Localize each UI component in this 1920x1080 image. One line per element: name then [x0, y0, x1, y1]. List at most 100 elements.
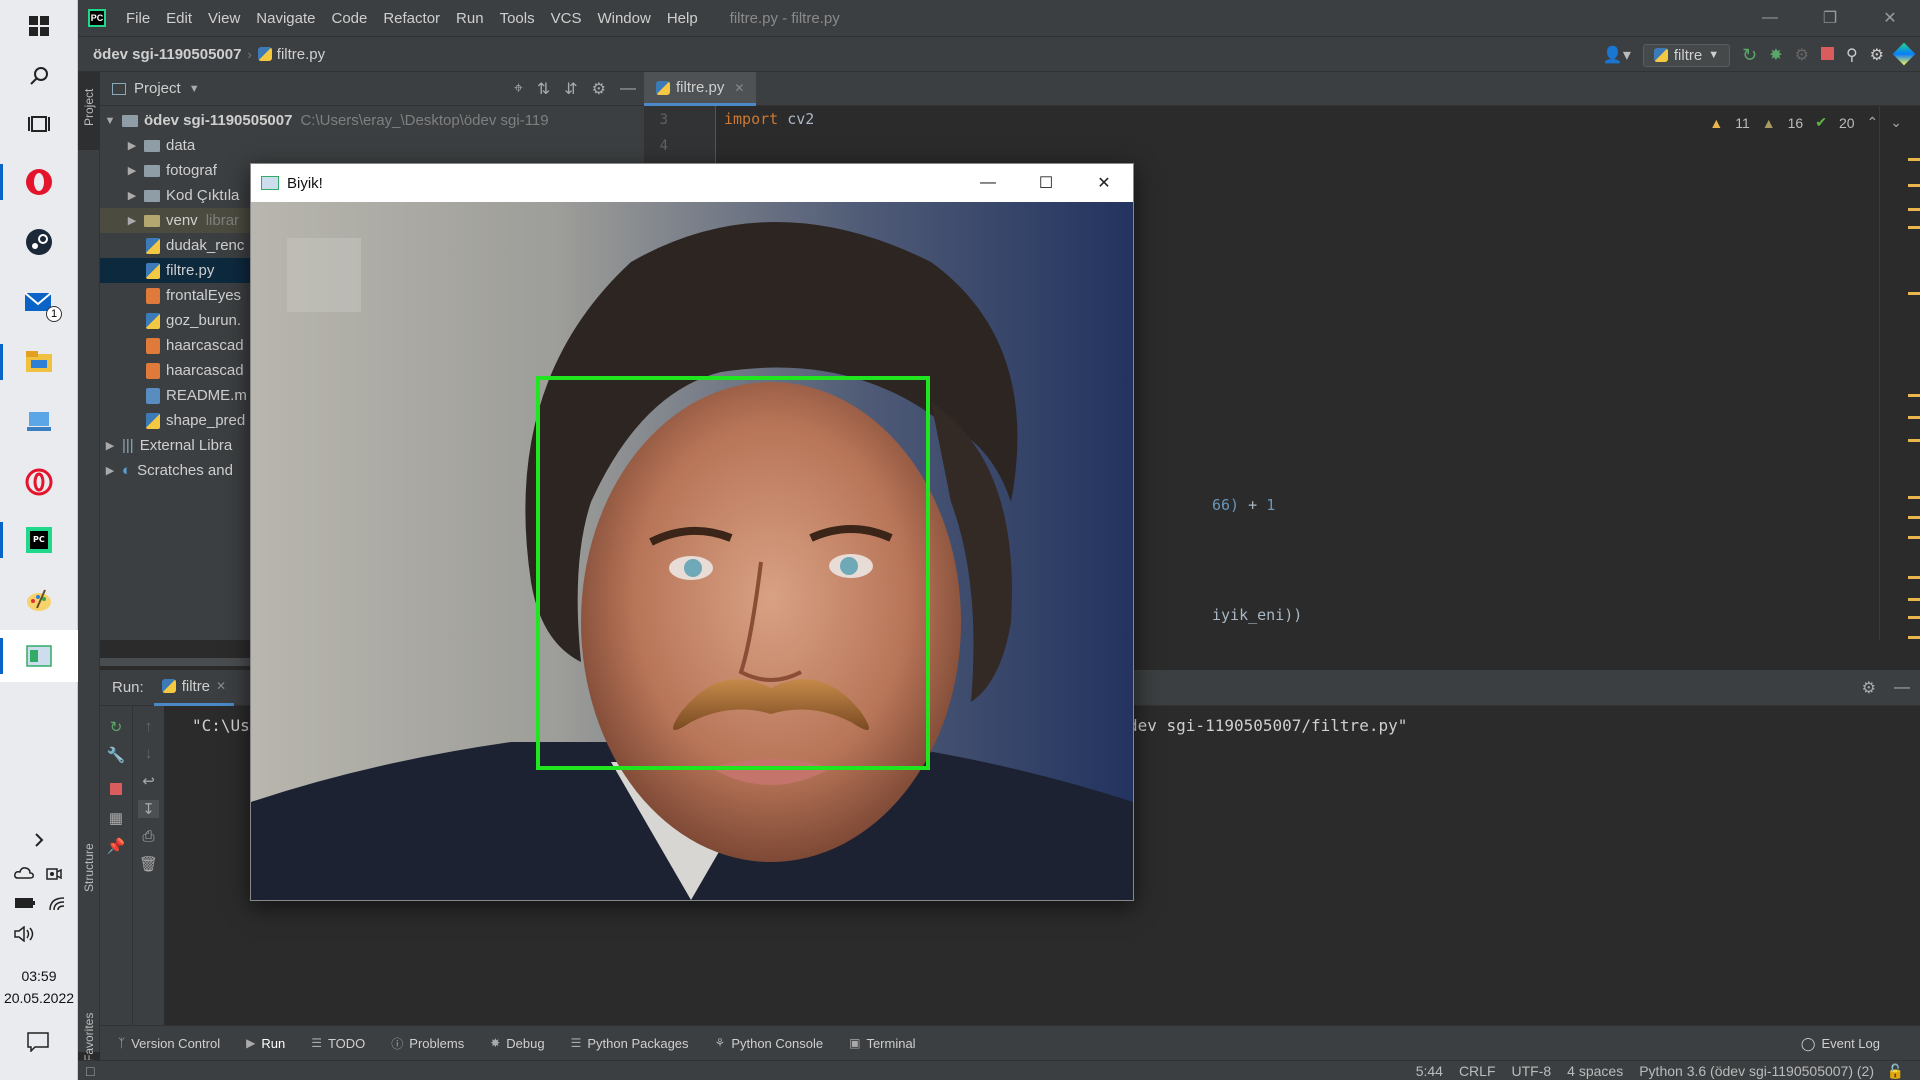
menu-refactor[interactable]: Refactor [375, 10, 448, 27]
toolwindow-run[interactable]: ▶ Run [246, 1036, 285, 1051]
project-panel-title[interactable]: Project [134, 80, 181, 97]
task-view-icon[interactable] [0, 98, 78, 150]
arrow-up-icon[interactable]: ↑ [145, 718, 153, 735]
menu-file[interactable]: File [118, 10, 158, 27]
run-tab-filtre[interactable]: filtre ✕ [153, 670, 235, 706]
favorites-stripe-label[interactable]: Favorites [82, 1013, 96, 1062]
user-icon[interactable]: 👤▾ [1603, 45, 1631, 65]
tab-filtre-py[interactable]: filtre.py ✕ [644, 72, 757, 106]
chevron-right-icon[interactable]: ▶ [102, 464, 118, 477]
chevron-right-icon[interactable]: ▶ [124, 214, 140, 227]
status-interpreter[interactable]: Python 3.6 (ödev sgi-1190505007) (2) [1639, 1063, 1874, 1079]
opencv-window-taskbar-icon[interactable] [0, 630, 78, 682]
inspection-widget[interactable]: ▲ 11 ▲ 16 ✔ 20 ⌃ ⌄ [1709, 114, 1902, 131]
wrench-icon[interactable]: 🔧 [107, 746, 126, 764]
rerun-icon[interactable]: ↻ [1742, 45, 1757, 66]
opencv-window-titlebar[interactable]: Biyik! — ☐ ✕ [251, 164, 1133, 202]
scroll-to-end-icon[interactable]: ↧ [138, 800, 159, 818]
coverage-icon[interactable]: ⚙ [1795, 45, 1809, 65]
print-icon[interactable]: ⎙ [142, 828, 154, 845]
menu-view[interactable]: View [200, 10, 248, 27]
rerun-icon[interactable]: ↻ [110, 718, 123, 736]
panel-settings-icon[interactable]: ⚙ [592, 79, 606, 99]
this-pc-icon[interactable] [0, 396, 78, 448]
menu-help[interactable]: Help [659, 10, 706, 27]
toolwindow-todo[interactable]: ☰ TODO [311, 1036, 365, 1051]
search-everywhere-icon[interactable]: ⚲ [1846, 45, 1858, 65]
close-icon[interactable]: ✕ [1075, 164, 1133, 202]
expand-all-icon[interactable]: ⇅ [537, 79, 550, 99]
tree-root[interactable]: ▼ ödev sgi-1190505007 C:\Users\eray_\Des… [100, 108, 644, 133]
file-explorer-icon[interactable] [0, 336, 78, 388]
opera-gx-icon[interactable] [0, 456, 78, 508]
chevron-down-icon[interactable]: ⌄ [1890, 114, 1902, 131]
pin-icon[interactable]: 📌 [107, 837, 126, 855]
run-configuration-select[interactable]: filtre ▼ [1642, 43, 1731, 67]
pycharm-icon[interactable]: PC [0, 514, 78, 566]
breadcrumb-file[interactable]: filtre.py [257, 46, 325, 63]
hide-panel-icon[interactable]: — [1894, 679, 1910, 697]
status-indent[interactable]: 4 spaces [1567, 1063, 1623, 1079]
stop-icon[interactable] [110, 782, 122, 799]
menu-run[interactable]: Run [448, 10, 492, 27]
toolwindow-debug[interactable]: ✸ Debug [490, 1036, 544, 1051]
menu-navigate[interactable]: Navigate [248, 10, 323, 27]
soft-wrap-icon[interactable]: ↩ [142, 772, 155, 790]
event-log-button[interactable]: ◯ Event Log [1801, 1026, 1880, 1061]
console-output[interactable]: "C:\Us [192, 716, 250, 735]
opencv-image-window[interactable]: Biyik! — ☐ ✕ [250, 163, 1134, 901]
chevron-up-icon[interactable]: ⌃ [1867, 114, 1879, 131]
wifi-icon[interactable] [48, 896, 66, 915]
menu-vcs[interactable]: VCS [543, 10, 590, 27]
chevron-right-icon[interactable]: ▶ [124, 164, 140, 177]
debug-icon[interactable]: ✸ [1769, 45, 1782, 65]
menu-code[interactable]: Code [323, 10, 375, 27]
minimize-icon[interactable]: — [959, 164, 1017, 202]
menu-edit[interactable]: Edit [158, 10, 200, 27]
trash-icon[interactable]: 🗑 [139, 855, 158, 873]
close-icon[interactable]: ✕ [1860, 0, 1920, 36]
opera-browser-icon[interactable] [0, 156, 78, 208]
layout-icon[interactable]: ▦ [109, 809, 123, 827]
toggle-tool-windows-icon[interactable]: □ [86, 1063, 94, 1079]
paint-icon[interactable] [0, 574, 78, 626]
chevron-right-icon[interactable]: ▶ [102, 439, 118, 452]
toolwindow-version-control[interactable]: ᛉ Version Control [118, 1036, 220, 1051]
menu-tools[interactable]: Tools [492, 10, 543, 27]
status-caret-position[interactable]: 5:44 [1416, 1063, 1443, 1079]
windows-start-icon[interactable] [0, 0, 78, 52]
project-stripe-button[interactable]: Project [78, 72, 100, 150]
tree-item-data[interactable]: ▶ data [100, 133, 644, 158]
status-encoding[interactable]: UTF-8 [1512, 1063, 1552, 1079]
taskbar-clock[interactable]: 03:59 20.05.2022 [0, 965, 78, 1009]
camera-icon[interactable] [46, 866, 62, 885]
arrow-down-icon[interactable]: ↓ [145, 745, 153, 762]
volume-icon[interactable] [14, 925, 36, 945]
run-settings-gear-icon[interactable]: ⚙ [1862, 678, 1876, 698]
jetbrains-toolbox-icon[interactable] [1892, 42, 1916, 65]
toolwindow-terminal[interactable]: ▣ Terminal [849, 1036, 915, 1051]
steam-icon[interactable] [0, 216, 78, 268]
close-tab-icon[interactable]: ✕ [216, 679, 226, 693]
maximize-icon[interactable]: ☐ [1017, 164, 1075, 202]
status-line-separator[interactable]: CRLF [1459, 1063, 1496, 1079]
chevron-down-icon[interactable]: ▼ [102, 115, 118, 127]
lock-icon[interactable]: 🔓 [1887, 1063, 1904, 1080]
error-stripe[interactable] [1906, 136, 1920, 639]
restore-icon[interactable]: ❐ [1800, 0, 1860, 36]
hide-panel-icon[interactable]: — [620, 80, 636, 98]
menu-window[interactable]: Window [589, 10, 658, 27]
settings-gear-icon[interactable]: ⚙ [1870, 45, 1884, 65]
toolwindow-python-packages[interactable]: ☰ Python Packages [571, 1036, 689, 1051]
toolwindow-problems[interactable]: ⓘ Problems [391, 1035, 464, 1052]
minimize-icon[interactable]: — [1740, 0, 1800, 36]
show-hidden-icons-chevron[interactable] [0, 822, 78, 858]
locate-file-icon[interactable]: ⌖ [514, 80, 523, 98]
collapse-all-icon[interactable]: ⇵ [564, 79, 577, 99]
breadcrumb-project[interactable]: ödev sgi-1190505007 [78, 46, 247, 63]
stop-icon[interactable] [1820, 47, 1834, 63]
chevron-right-icon[interactable]: ▶ [124, 189, 140, 202]
notification-center-icon[interactable] [27, 1032, 49, 1055]
chevron-down-icon[interactable]: ▼ [189, 83, 200, 95]
onedrive-icon[interactable] [14, 866, 34, 885]
